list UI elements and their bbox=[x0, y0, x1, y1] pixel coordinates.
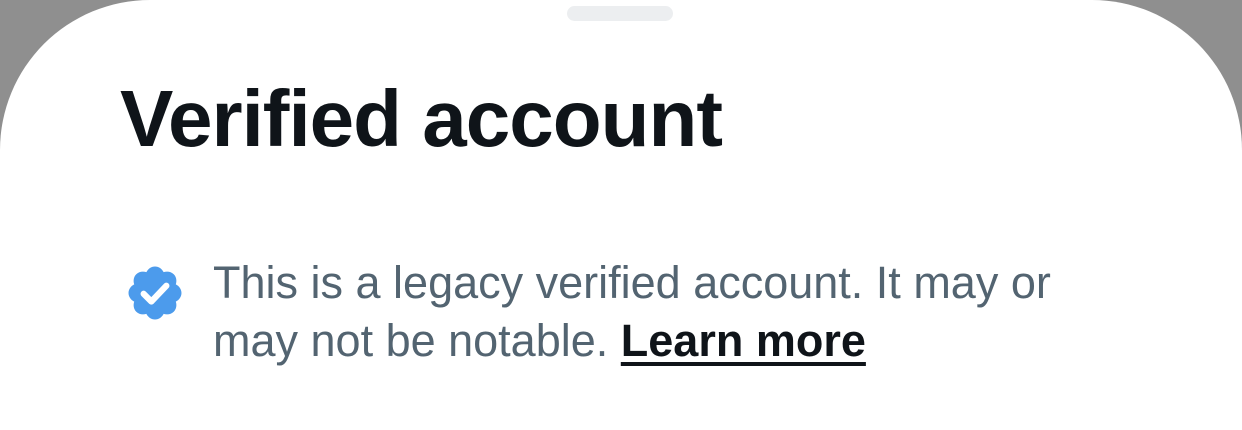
learn-more-link[interactable]: Learn more bbox=[621, 315, 866, 366]
verification-description: This is a legacy verified account. It ma… bbox=[213, 254, 1213, 370]
description-line-1: This is a legacy verified account. It ma… bbox=[213, 257, 1051, 308]
sheet-title: Verified account bbox=[120, 74, 723, 163]
sheet-grabber-handle[interactable] bbox=[567, 6, 673, 21]
description-line-2: may not be notable. bbox=[213, 315, 609, 366]
verified-badge-icon bbox=[128, 266, 182, 320]
bottom-sheet: Verified account This is a legacy verifi… bbox=[0, 0, 1242, 430]
